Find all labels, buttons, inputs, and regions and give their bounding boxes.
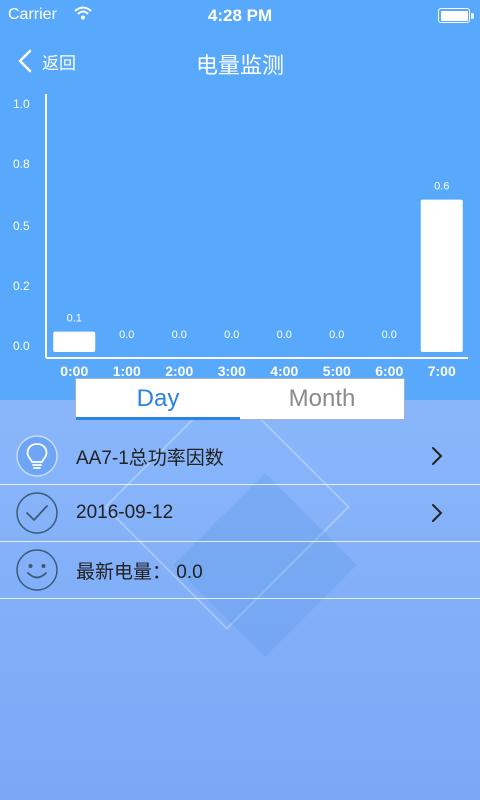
y-tick-label: 1.0 xyxy=(13,97,30,111)
data-label: 0.0 xyxy=(119,329,134,341)
power-chart: 0.0 0.2 0.5 0.8 1.0 0.1 0:00 0.0 1:00 0.0 2:00 0.0 3… xyxy=(13,94,468,379)
list-item-power-factor[interactable]: AA7-1总功率因数 xyxy=(0,428,480,485)
x-tick-label: 0:00 xyxy=(60,363,88,379)
x-tick-label: 1:00 xyxy=(113,363,141,379)
period-segmented-control: Day Month xyxy=(75,378,405,420)
x-tick-label: 4:00 xyxy=(270,363,298,379)
x-tick-label: 5:00 xyxy=(323,363,351,379)
smiley-icon xyxy=(16,549,58,591)
chevron-right-icon xyxy=(432,504,443,522)
chart-bar xyxy=(420,199,463,352)
chart-bar xyxy=(53,331,96,352)
y-tick-label: 0.2 xyxy=(13,279,30,293)
navigation-bar: 返回 电量监测 xyxy=(0,36,480,86)
data-label: 0.0 xyxy=(277,329,292,341)
tab-month[interactable]: Month xyxy=(240,379,404,419)
battery-icon xyxy=(438,8,474,23)
data-label: 0.6 xyxy=(434,181,449,193)
y-tick-label: 0.5 xyxy=(13,219,30,233)
data-label: 0.0 xyxy=(224,329,239,341)
x-tick-label: 2:00 xyxy=(165,363,193,379)
page-title: 电量监测 xyxy=(195,53,284,78)
x-tick-label: 7:00 xyxy=(428,363,456,379)
chevron-right-icon xyxy=(432,447,443,465)
data-label: 0.0 xyxy=(382,329,397,341)
list-item-latest-power: 最新电量： 0.0 xyxy=(0,542,480,599)
data-label: 0.0 xyxy=(172,329,187,341)
check-circle-icon xyxy=(16,492,58,534)
data-label: 0.0 xyxy=(329,329,344,341)
list-item-label: 2016-09-12 xyxy=(76,502,174,523)
x-tick-label: 6:00 xyxy=(375,363,403,379)
tab-day[interactable]: Day xyxy=(76,379,240,420)
list-item-date[interactable]: 2016-09-12 xyxy=(0,485,480,542)
y-tick-label: 0.8 xyxy=(13,157,30,171)
y-tick-label: 0.0 xyxy=(13,339,30,353)
x-tick-label: 3:00 xyxy=(218,363,246,379)
list-item-label: 最新电量： 0.0 xyxy=(76,561,203,583)
lightbulb-icon xyxy=(16,435,58,477)
status-time: 4:28 PM xyxy=(207,6,273,25)
data-label: 0.1 xyxy=(67,313,82,325)
list-item-label: AA7-1总功率因数 xyxy=(76,447,224,469)
status-bar: Carrier 4:28 PM xyxy=(0,0,480,30)
